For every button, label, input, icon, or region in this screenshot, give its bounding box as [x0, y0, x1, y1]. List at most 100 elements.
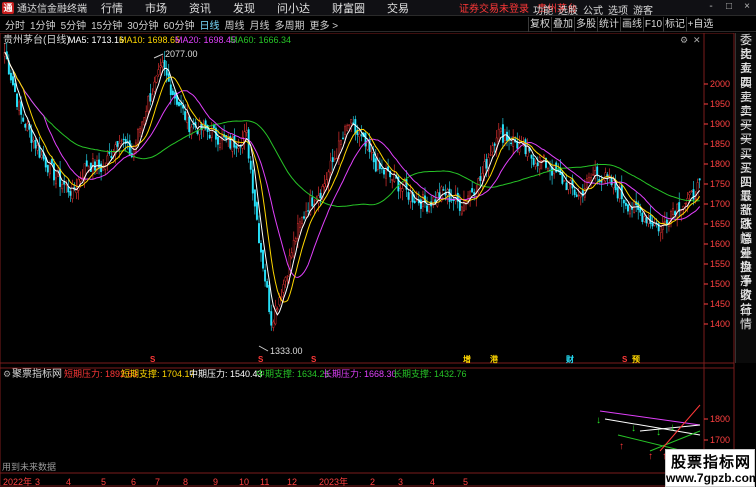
candle-body [212, 124, 215, 129]
side-item-bid4[interactable]: 买四 [736, 161, 756, 189]
kline-chart[interactable]: 贵州茅台(日线) MA5: 1713.16 MA10: 1698.65 MA20… [0, 33, 735, 487]
candle-body [143, 117, 146, 125]
candle-body [526, 146, 529, 157]
side-item-ask5[interactable]: 卖五 [736, 47, 756, 75]
side-item-earnings[interactable]: 收益 [736, 288, 756, 316]
indicator-settings-icon[interactable]: ⚙ [3, 369, 11, 379]
side-item-bid3[interactable]: 买三 [736, 147, 756, 175]
event-marker[interactable]: S [311, 355, 317, 364]
candle-body [184, 111, 187, 120]
candle-body [493, 143, 496, 146]
month-label: 3 [398, 477, 403, 487]
f10-button[interactable]: F10 [643, 17, 663, 32]
menu-quotes[interactable]: 行情 [101, 0, 123, 16]
side-item-change[interactable]: 涨跌 [736, 203, 756, 231]
add-watchlist-button[interactable]: +自选 [686, 17, 714, 32]
pane-close-icon[interactable]: ✕ [693, 35, 701, 45]
candle-body [422, 194, 424, 207]
side-item-outer-volume[interactable]: 外盘 [736, 246, 756, 274]
side-item-ask2[interactable]: 卖二 [736, 90, 756, 118]
mark-button[interactable]: 标记 [663, 17, 686, 32]
indicator-title: 聚票指标网 [12, 367, 62, 380]
minimize-icon[interactable]: - [706, 2, 716, 12]
period-tab[interactable]: 月线 [250, 17, 270, 32]
side-item-change-pct[interactable]: 涨幅 [736, 217, 756, 245]
candle-body [592, 174, 595, 176]
period-tab[interactable]: 15分钟 [91, 17, 122, 32]
candle-body [616, 187, 619, 199]
maximize-icon[interactable]: □ [724, 2, 734, 12]
side-item-ask4[interactable]: 卖四 [736, 61, 756, 89]
period-tab[interactable]: 30分钟 [127, 17, 158, 32]
login-notice[interactable]: 证券交易未登录 [459, 0, 529, 15]
candle-body [501, 124, 504, 143]
candle-body [442, 189, 445, 191]
candle-body [333, 158, 336, 160]
candle-body [32, 139, 35, 142]
period-tab[interactable]: 分时 [5, 17, 25, 32]
candle-body [71, 184, 74, 200]
menu-trade[interactable]: 交易 [387, 0, 409, 16]
more-periods-button[interactable]: 更多 > [310, 17, 339, 32]
menu-assistant[interactable]: 问小达 [277, 0, 310, 16]
candle-body [565, 182, 568, 191]
candle-body [329, 160, 332, 173]
menu-functions[interactable]: 功能 [533, 2, 553, 17]
event-marker[interactable]: S [258, 355, 264, 364]
menu-options[interactable]: 选项 [608, 2, 628, 17]
period-tab[interactable]: 5分钟 [61, 17, 87, 32]
event-marker[interactable]: 港 [490, 354, 499, 364]
event-marker[interactable]: S [622, 355, 628, 364]
candle-body [690, 190, 693, 193]
svg-text:↓: ↓ [656, 427, 661, 438]
candle-body [303, 216, 305, 219]
side-item-order-ratio[interactable]: 委比 [736, 33, 756, 61]
overlay-button[interactable]: 叠加 [551, 17, 574, 32]
user-guest[interactable]: 游客 [633, 2, 653, 17]
candle-body [278, 297, 281, 306]
side-item-bid5[interactable]: 买五 [736, 175, 756, 203]
multi-stock-button[interactable]: 多股 [574, 17, 597, 32]
menu-discover[interactable]: 发现 [233, 0, 255, 16]
event-marker[interactable]: S [150, 355, 156, 364]
side-item-ask3[interactable]: 卖三 [736, 76, 756, 104]
menu-market[interactable]: 市场 [145, 0, 167, 16]
month-label: 2 [370, 477, 375, 487]
candle-body [188, 116, 191, 133]
candle-body [401, 188, 404, 192]
candle-body [272, 321, 275, 328]
period-tab[interactable]: 60分钟 [163, 17, 194, 32]
pane-settings-icon[interactable]: ⚙ [680, 35, 688, 45]
side-item-ask1[interactable]: 卖一 [736, 104, 756, 132]
draw-line-button[interactable]: 画线 [620, 17, 643, 32]
period-tab[interactable]: 多周期 [275, 17, 305, 32]
side-item-bid2[interactable]: 买二 [736, 132, 756, 160]
candle-body [258, 223, 260, 244]
menu-stock-picker[interactable]: 选股 [558, 2, 578, 17]
side-item-volume[interactable]: 总量 [736, 232, 756, 260]
event-marker[interactable]: 财 [565, 354, 574, 364]
side-item-quotes[interactable]: 行情 [736, 303, 756, 331]
long-resistance-label: 长期压力: 1668.30 [323, 368, 397, 379]
candle-body [163, 60, 166, 70]
period-tab[interactable]: 1分钟 [30, 17, 56, 32]
candle-body [141, 121, 144, 131]
side-item-net-assets[interactable]: 净资 [736, 274, 756, 302]
menu-wealth[interactable]: 财富圈 [332, 0, 365, 16]
period-tab[interactable]: 周线 [225, 17, 245, 32]
candle-body [153, 81, 156, 92]
candle-body [358, 133, 361, 137]
event-marker[interactable]: 增 [463, 354, 471, 364]
period-tab-daily[interactable]: 日线 [200, 17, 220, 32]
side-item-bid1[interactable]: 买一 [736, 118, 756, 146]
candle-body [530, 154, 533, 159]
menu-news[interactable]: 资讯 [189, 0, 211, 16]
side-item-turnover[interactable]: 换手 [736, 260, 756, 288]
price-tick: 1850 [710, 139, 730, 149]
close-icon[interactable]: × [742, 2, 752, 12]
menu-formula[interactable]: 公式 [583, 2, 603, 17]
statistics-button[interactable]: 统计 [597, 17, 620, 32]
adjust-price-button[interactable]: 复权 [528, 17, 551, 32]
event-marker[interactable]: 预 [632, 354, 640, 364]
side-item-last[interactable]: 最新 [736, 189, 756, 217]
